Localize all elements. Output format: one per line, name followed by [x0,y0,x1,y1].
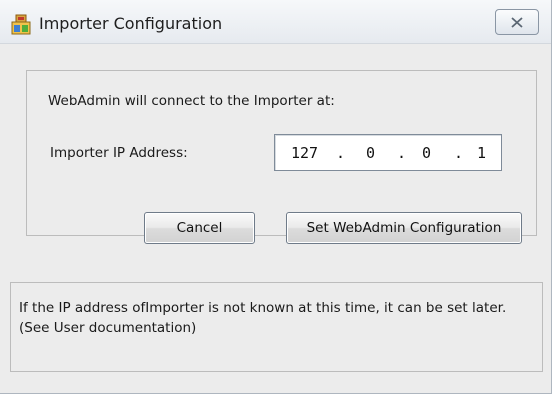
ip-octet-3[interactable]: 0 [422,144,431,162]
window-title: Importer Configuration [39,14,223,33]
ip-octet-4[interactable]: 1 [477,144,486,162]
ip-octet-2[interactable]: 0 [366,144,375,162]
ip-octet-1[interactable]: 127 [291,144,318,162]
ip-separator: . [454,144,464,162]
close-button[interactable] [495,9,539,35]
importer-configuration-dialog: Importer Configuration WebAdmin will con… [0,0,552,394]
ip-separator: . [397,144,407,162]
title-bar[interactable]: Importer Configuration [0,0,551,44]
cancel-button[interactable]: Cancel [144,212,255,244]
ip-address-input[interactable]: 127 . 0 . 0 . 1 [274,134,502,171]
connection-prompt: WebAdmin will connect to the Importer at… [48,93,335,109]
set-webadmin-configuration-button[interactable]: Set WebAdmin Configuration [286,212,522,244]
importer-app-icon [10,14,32,36]
info-message: If the IP address ofImporter is not know… [19,300,507,336]
ip-address-label: Importer IP Address: [50,145,188,161]
close-icon [511,16,523,28]
ip-separator: . [336,144,346,162]
